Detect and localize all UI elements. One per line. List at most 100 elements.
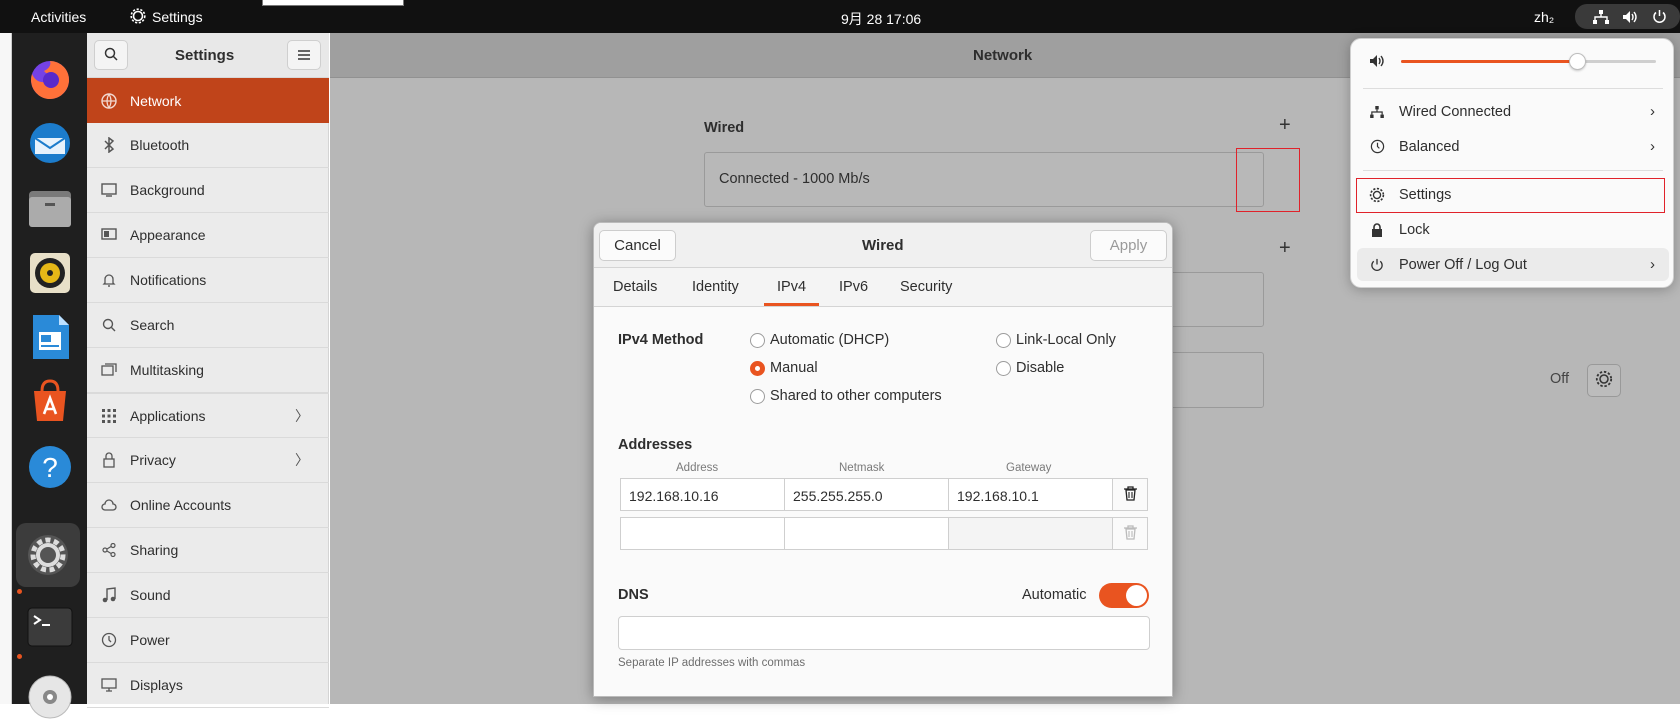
radio-label: Link-Local Only bbox=[1016, 332, 1116, 348]
cancel-button[interactable]: Cancel bbox=[599, 230, 676, 261]
chevron-right-icon: › bbox=[1650, 138, 1655, 155]
divider bbox=[1363, 170, 1663, 171]
rhythmbox-icon[interactable] bbox=[26, 249, 74, 297]
sidebar-item-sharing[interactable]: Sharing bbox=[87, 528, 329, 573]
running-indicator bbox=[17, 654, 22, 659]
hamburger-icon bbox=[298, 47, 310, 63]
sidebar-item-multitasking[interactable]: Multitasking bbox=[87, 348, 329, 393]
firefox-icon[interactable] bbox=[26, 55, 74, 103]
netmask-field[interactable] bbox=[784, 517, 949, 550]
gateway-field[interactable]: 192.168.10.1 bbox=[948, 478, 1113, 511]
sidebar-item-bluetooth[interactable]: Bluetooth bbox=[87, 123, 329, 168]
sidebar-item-applications[interactable]: Applications 〉 bbox=[87, 393, 329, 438]
libreoffice-writer-icon[interactable] bbox=[26, 313, 74, 361]
highlight-box bbox=[1356, 178, 1665, 213]
app-center-icon[interactable] bbox=[26, 377, 74, 425]
running-indicator bbox=[17, 589, 22, 594]
dns-field[interactable] bbox=[618, 616, 1150, 650]
active-tab-indicator bbox=[764, 303, 819, 306]
tab-security[interactable]: Security bbox=[900, 279, 952, 295]
grid-icon bbox=[101, 408, 117, 424]
sidebar-item-background[interactable]: Background bbox=[87, 168, 329, 213]
proxy-settings-button[interactable] bbox=[1587, 364, 1621, 397]
svg-text:?: ? bbox=[42, 452, 58, 483]
sidebar-item-privacy[interactable]: Privacy 〉 bbox=[87, 438, 329, 483]
display-icon bbox=[101, 677, 117, 693]
search-button[interactable] bbox=[94, 40, 128, 70]
top-bar: Activities Settings 9月 28 17:06 zh₂ bbox=[0, 0, 1680, 33]
chevron-right-icon: 〉 bbox=[295, 452, 309, 468]
radio-automatic-dhcp[interactable] bbox=[750, 333, 765, 348]
radio-disable[interactable] bbox=[996, 361, 1011, 376]
volume-slider-handle[interactable] bbox=[1568, 53, 1586, 70]
tab-details[interactable]: Details bbox=[613, 279, 657, 295]
sidebar-item-displays[interactable]: Displays bbox=[87, 663, 329, 708]
radio-link-local[interactable] bbox=[996, 333, 1011, 348]
apply-button[interactable]: Apply bbox=[1090, 230, 1167, 261]
tab-ipv4[interactable]: IPv4 bbox=[777, 279, 806, 295]
sidebar-item-network[interactable]: Network bbox=[87, 78, 329, 123]
sidebar-item-power[interactable]: Power bbox=[87, 618, 329, 663]
delete-address-button[interactable] bbox=[1112, 478, 1148, 511]
sidebar-item-appearance[interactable]: Appearance bbox=[87, 213, 329, 258]
dns-label: DNS bbox=[618, 587, 649, 603]
clock[interactable]: 9月 28 17:06 bbox=[841, 9, 921, 29]
wired-connection-row: Connected - 1000 Mb/s bbox=[704, 152, 1621, 207]
dialog-tabs: Details Identity IPv4 IPv6 Security bbox=[594, 268, 1172, 307]
radio-manual[interactable] bbox=[750, 361, 765, 376]
radio-label: Disable bbox=[1016, 360, 1065, 376]
menu-item-wired[interactable]: Wired Connected › bbox=[1357, 95, 1669, 128]
dns-hint: Separate IP addresses with commas bbox=[618, 657, 806, 669]
column-header: Gateway bbox=[1006, 462, 1052, 474]
menu-item-label: Power Off / Log Out bbox=[1399, 256, 1527, 273]
sidebar-item-label: Sharing bbox=[130, 542, 179, 558]
thunderbird-icon[interactable] bbox=[26, 119, 74, 167]
volume-icon bbox=[1369, 54, 1385, 71]
help-icon[interactable]: ? bbox=[26, 443, 74, 491]
input-method-indicator[interactable]: zh₂ bbox=[1534, 9, 1554, 25]
add-connection-icon[interactable]: + bbox=[1279, 114, 1291, 137]
tab-ipv6[interactable]: IPv6 bbox=[839, 279, 868, 295]
sidebar-item-label: Sound bbox=[130, 587, 171, 603]
chevron-right-icon: › bbox=[1650, 103, 1655, 120]
sidebar-item-online-accounts[interactable]: Online Accounts bbox=[87, 483, 329, 528]
address-field[interactable]: 192.168.10.16 bbox=[620, 478, 785, 511]
menu-item-power-off[interactable]: Power Off / Log Out › bbox=[1357, 248, 1669, 281]
bluetooth-icon bbox=[101, 137, 117, 153]
sidebar-item-search[interactable]: Search bbox=[87, 303, 329, 348]
terminal-icon[interactable] bbox=[26, 603, 74, 651]
volume-slider[interactable] bbox=[1401, 53, 1656, 70]
app-menu[interactable]: Settings bbox=[152, 9, 203, 25]
gear-icon bbox=[130, 8, 146, 27]
sidebar-item-sound[interactable]: Sound bbox=[87, 573, 329, 618]
menu-item-power-mode[interactable]: Balanced › bbox=[1357, 130, 1669, 163]
menu-button[interactable] bbox=[287, 40, 321, 70]
menu-item-label: Wired Connected bbox=[1399, 103, 1512, 120]
dns-automatic-toggle[interactable] bbox=[1099, 583, 1149, 608]
volume-slider-fill bbox=[1401, 60, 1577, 63]
gateway-field[interactable] bbox=[948, 517, 1113, 550]
background-icon bbox=[101, 182, 117, 198]
appearance-icon bbox=[101, 227, 117, 243]
tab-identity[interactable]: Identity bbox=[692, 279, 739, 295]
background-window-edge bbox=[262, 0, 404, 6]
add-vpn-icon[interactable]: + bbox=[1279, 237, 1291, 260]
address-field[interactable] bbox=[620, 517, 785, 550]
disc-icon[interactable] bbox=[26, 673, 74, 721]
sidebar-item-notifications[interactable]: Notifications bbox=[87, 258, 329, 303]
menu-item-label: Lock bbox=[1399, 221, 1430, 238]
wired-dialog: Cancel Wired Apply Details Identity IPv4… bbox=[593, 222, 1173, 697]
radio-shared[interactable] bbox=[750, 389, 765, 404]
highlight-box bbox=[1236, 148, 1300, 212]
power-icon bbox=[1652, 9, 1667, 27]
delete-address-button[interactable] bbox=[1112, 517, 1148, 550]
lock-icon bbox=[1369, 222, 1385, 237]
netmask-field[interactable]: 255.255.255.0 bbox=[784, 478, 949, 511]
files-icon[interactable] bbox=[26, 185, 74, 233]
system-status-area[interactable] bbox=[1575, 4, 1680, 29]
share-icon bbox=[101, 542, 117, 558]
sidebar-item-label: Power bbox=[130, 632, 170, 648]
activities-button[interactable]: Activities bbox=[31, 9, 86, 25]
settings-icon[interactable] bbox=[16, 523, 80, 587]
menu-item-lock[interactable]: Lock bbox=[1357, 213, 1669, 246]
